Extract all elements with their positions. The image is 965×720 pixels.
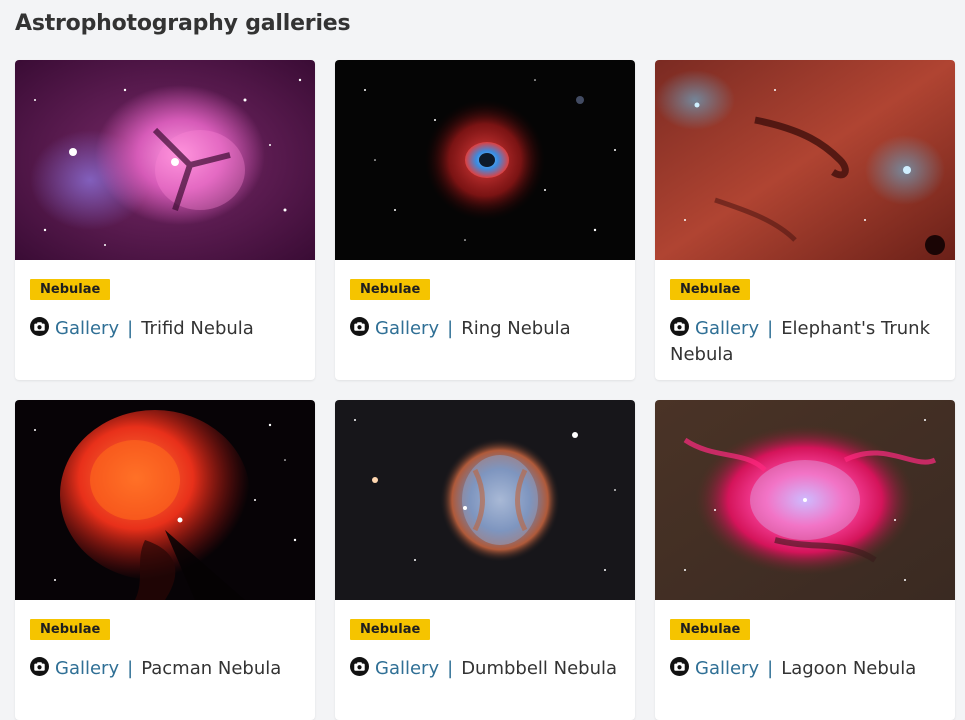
camera-icon xyxy=(350,657,369,676)
trifid-nebula-image xyxy=(15,60,315,260)
category-badge[interactable]: Nebulae xyxy=(30,619,111,640)
gallery-link[interactable]: Gallery xyxy=(55,318,119,339)
category-badge[interactable]: Nebulae xyxy=(670,619,751,640)
gallery-thumbnail-trifid[interactable] xyxy=(15,60,315,260)
card-title[interactable]: Pacman Nebula xyxy=(141,658,281,679)
dumbbell-nebula-image xyxy=(335,400,635,600)
gallery-thumbnail-lagoon[interactable] xyxy=(655,400,955,600)
camera-icon xyxy=(30,657,49,676)
gallery-grid: Nebulae Gallery | Trifid Nebula Nebulae … xyxy=(15,60,955,720)
gallery-thumbnail-pacman[interactable] xyxy=(15,400,315,600)
gallery-link[interactable]: Gallery xyxy=(695,318,759,339)
gallery-thumbnail-ring[interactable] xyxy=(335,60,635,260)
camera-icon xyxy=(670,317,689,336)
separator: | xyxy=(447,658,454,679)
card-title[interactable]: Dumbbell Nebula xyxy=(461,658,617,679)
card-title-line: Gallery | Pacman Nebula xyxy=(30,656,300,682)
card-title[interactable]: Lagoon Nebula xyxy=(781,658,916,679)
gallery-card: Nebulae Gallery | Dumbbell Nebula xyxy=(335,400,635,720)
camera-icon xyxy=(350,317,369,336)
gallery-card: Nebulae Gallery | Elephant's Trunk Nebula xyxy=(655,60,955,380)
card-title-line: Gallery | Lagoon Nebula xyxy=(670,656,940,682)
card-title-line: Gallery | Ring Nebula xyxy=(350,316,620,342)
gallery-thumbnail-dumbbell[interactable] xyxy=(335,400,635,600)
gallery-thumbnail-elephants-trunk[interactable] xyxy=(655,60,955,260)
category-badge[interactable]: Nebulae xyxy=(30,279,111,300)
gallery-card: Nebulae Gallery | Ring Nebula xyxy=(335,60,635,380)
gallery-card: Nebulae Gallery | Trifid Nebula xyxy=(15,60,315,380)
category-badge[interactable]: Nebulae xyxy=(670,279,751,300)
gallery-card: Nebulae Gallery | Pacman Nebula xyxy=(15,400,315,720)
separator: | xyxy=(127,658,134,679)
camera-icon xyxy=(30,317,49,336)
gallery-card: Nebulae Gallery | Lagoon Nebula xyxy=(655,400,955,720)
gallery-link[interactable]: Gallery xyxy=(375,318,439,339)
lagoon-nebula-image xyxy=(655,400,955,600)
separator: | xyxy=(127,318,134,339)
separator: | xyxy=(767,318,774,339)
category-badge[interactable]: Nebulae xyxy=(350,279,431,300)
gallery-link[interactable]: Gallery xyxy=(375,658,439,679)
gallery-link[interactable]: Gallery xyxy=(55,658,119,679)
card-title[interactable]: Trifid Nebula xyxy=(141,318,254,339)
ring-nebula-image xyxy=(335,60,635,260)
card-title-line: Gallery | Dumbbell Nebula xyxy=(350,656,620,682)
page-title: Astrophotography galleries xyxy=(15,11,351,36)
gallery-link[interactable]: Gallery xyxy=(695,658,759,679)
card-title[interactable]: Ring Nebula xyxy=(461,318,570,339)
separator: | xyxy=(767,658,774,679)
pacman-nebula-image xyxy=(15,400,315,600)
category-badge[interactable]: Nebulae xyxy=(350,619,431,640)
camera-icon xyxy=(670,657,689,676)
card-title-line: Gallery | Elephant's Trunk Nebula xyxy=(670,316,940,368)
elephants-trunk-nebula-image xyxy=(655,60,955,260)
card-title-line: Gallery | Trifid Nebula xyxy=(30,316,300,342)
separator: | xyxy=(447,318,454,339)
